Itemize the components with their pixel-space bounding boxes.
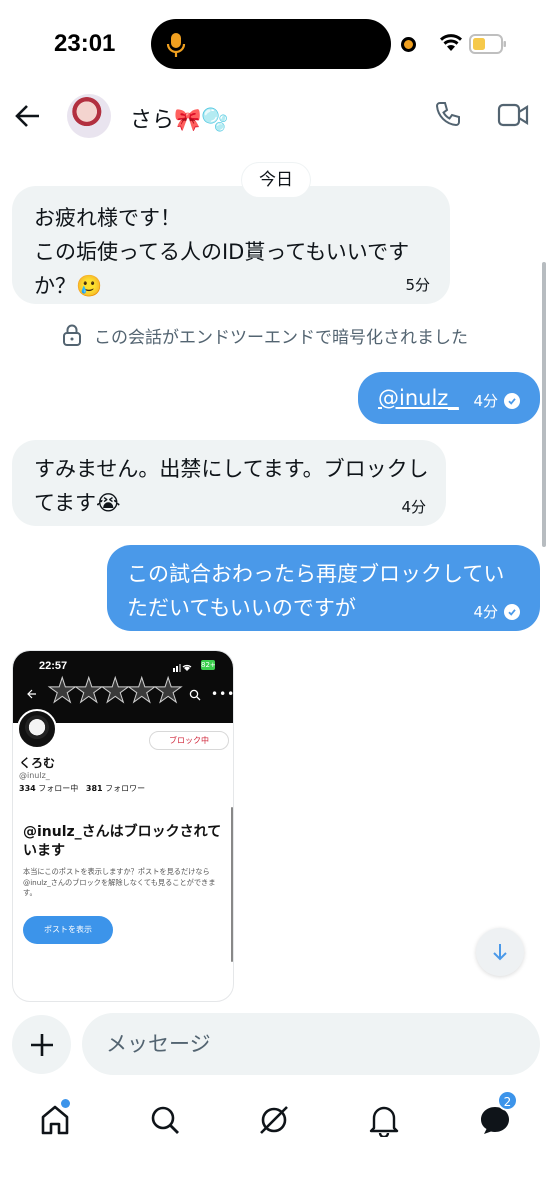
dynamic-island	[151, 19, 391, 69]
message-meta: 4分	[401, 498, 426, 516]
message-bubble-outgoing[interactable]: @inulz_ 4分	[358, 372, 540, 424]
attachment-battery: 82+	[201, 660, 216, 670]
contact-avatar[interactable]	[67, 94, 111, 138]
lock-icon	[63, 324, 81, 346]
attachment-scrollbar	[231, 807, 233, 962]
read-check-icon	[504, 604, 520, 620]
attachment-follow-stats: 334 フォロー中 381 フォロワー	[19, 783, 145, 794]
message-time: 4分	[401, 498, 426, 516]
attachment-show-post-button: ポストを表示	[23, 916, 113, 944]
message-bubble-outgoing[interactable]: この試合おわったら再度ブロックしていただいてもいいのですが 4分	[107, 545, 540, 631]
scroll-to-bottom-button[interactable]	[476, 928, 524, 976]
attachment-blocked-button: ブロック中	[149, 731, 229, 750]
bell-icon	[369, 1106, 399, 1137]
plus-icon	[30, 1033, 53, 1056]
followers-label: フォロワー	[105, 784, 146, 793]
messages-badge: 2	[497, 1090, 518, 1111]
message-meta: 4分	[473, 603, 520, 621]
message-text: お疲れ様です！ この垢使ってる人のID貰ってもいいですか？🥲	[34, 206, 410, 298]
attachment-back-icon	[27, 689, 36, 699]
video-call-icon[interactable]	[497, 102, 529, 128]
followers-count: 381	[85, 784, 103, 793]
message-bubble-incoming[interactable]: お疲れ様です！ この垢使ってる人のID貰ってもいいですか？🥲 5分	[12, 186, 450, 304]
arrow-down-icon	[493, 944, 507, 961]
attachment-profile-name: くろむ	[19, 756, 56, 770]
grok-icon	[260, 1106, 288, 1134]
attachment-blocked-description: 本当にこのポストを表示しますか？ポストを見るだけなら@inulz_さんのブロック…	[23, 867, 216, 897]
status-time: 23:01	[54, 30, 116, 57]
home-icon	[41, 1105, 69, 1135]
home-indicator	[208, 1178, 348, 1183]
tab-messages[interactable]: 2	[475, 1090, 518, 1140]
battery-icon	[469, 34, 506, 54]
attachment-search-icon	[189, 689, 201, 701]
tab-grok[interactable]	[254, 1100, 294, 1140]
search-icon	[151, 1106, 179, 1134]
encryption-notice-text: この会話がエンドツーエンドで暗号化されました	[94, 327, 468, 348]
following-count: 334	[19, 784, 36, 793]
microphone-icon	[166, 33, 186, 57]
message-bubble-incoming[interactable]: すみません。出禁にしてます。ブロックしてます😭 4分	[12, 440, 446, 526]
attachment-profile-handle: @inulz_	[19, 771, 50, 780]
tab-home[interactable]	[35, 1099, 75, 1140]
tab-notifications[interactable]	[364, 1100, 404, 1140]
message-text: すみません。出禁にしてます。ブロックしてます😭	[34, 457, 429, 515]
back-arrow-icon[interactable]	[14, 102, 42, 130]
image-attachment[interactable]: 22:57 82+ ★★★★★ ••• ブロック中 くろむ @inulz_ 33…	[12, 650, 234, 1002]
attachment-blocked-heading: @inulz_さんはブロックされています	[23, 824, 222, 859]
message-time: 4分	[473, 603, 498, 621]
message-time: 4分	[473, 392, 498, 410]
wifi-icon	[440, 34, 462, 51]
following-label: フォロー中	[38, 784, 79, 793]
attachment-profile-avatar	[17, 709, 57, 749]
recording-indicator-icon	[401, 37, 416, 52]
message-meta: 5分	[405, 276, 430, 294]
read-check-icon	[504, 393, 520, 409]
mention-link[interactable]: @inulz_	[378, 386, 459, 410]
contact-name[interactable]: さら🎀🫧	[130, 102, 229, 134]
add-media-button[interactable]	[12, 1015, 71, 1074]
date-separator: 今日	[242, 163, 310, 197]
message-input[interactable]	[82, 1013, 540, 1075]
phone-call-icon[interactable]	[434, 100, 462, 130]
home-notification-dot	[61, 1099, 70, 1108]
header-star-decoration: ★★★★★	[46, 671, 183, 712]
message-text: この試合おわったら再度ブロックしていただいてもいいのですが	[127, 562, 505, 620]
attachment-more-icon: •••	[211, 687, 234, 701]
conversation-header: さら🎀🫧	[0, 90, 552, 146]
status-bar: 23:01	[0, 0, 552, 90]
encryption-notice[interactable]: この会話がエンドツーエンドで暗号化されました	[62, 320, 522, 350]
bottom-tab-bar: 2	[0, 1090, 552, 1150]
message-meta: 4分	[473, 392, 520, 410]
message-time: 5分	[405, 276, 430, 294]
chat-scrollbar[interactable]	[542, 262, 546, 547]
tab-search[interactable]	[145, 1100, 185, 1140]
